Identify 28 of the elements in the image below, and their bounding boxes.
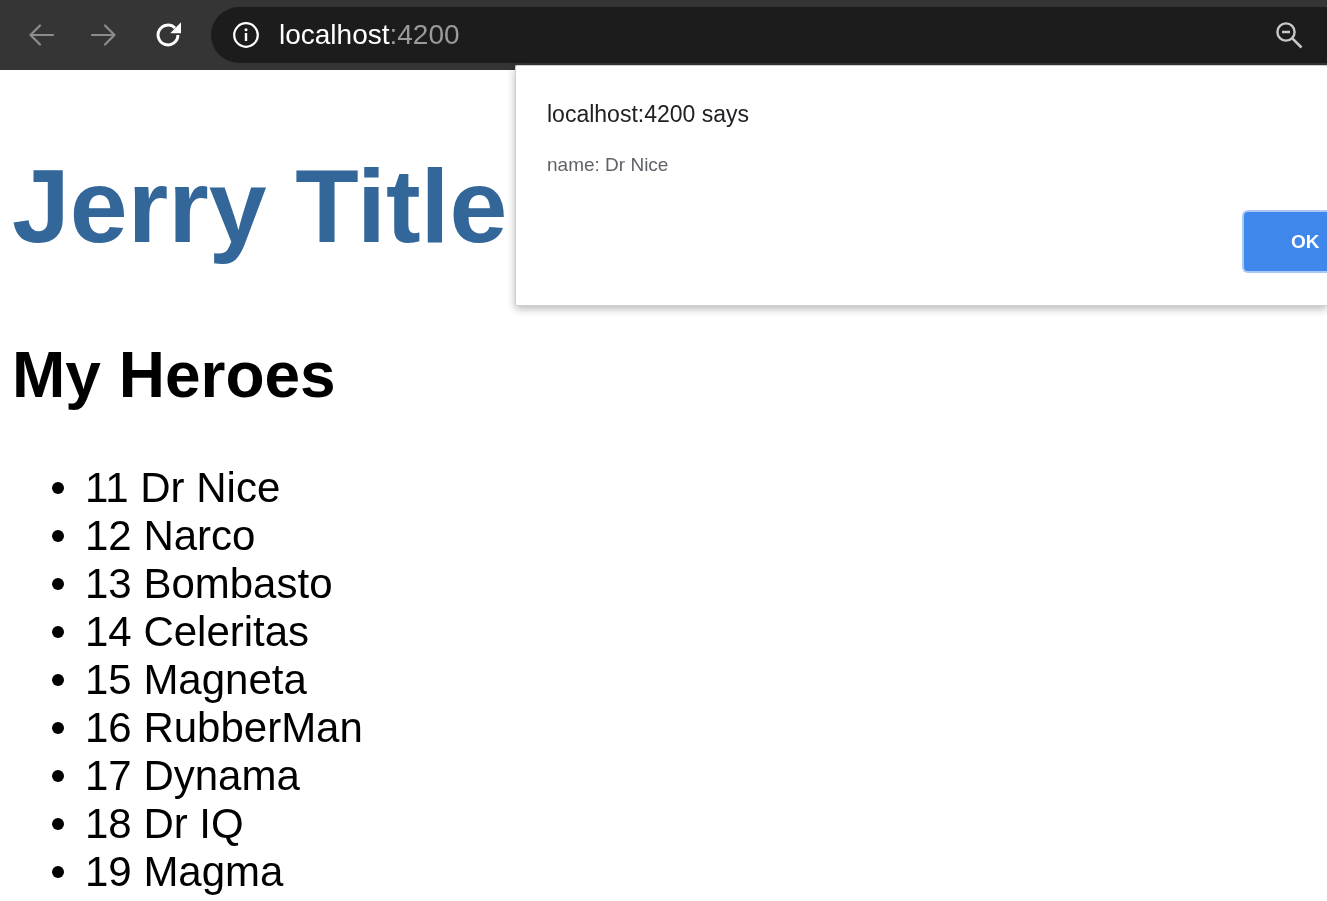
zoom-out-icon[interactable]: [1275, 21, 1303, 49]
hero-item: 18 Dr IQ: [85, 800, 244, 848]
bullet-icon: [52, 770, 64, 782]
section-heading: My Heroes: [12, 338, 336, 412]
address-bar[interactable]: localhost:4200: [211, 7, 1327, 63]
page-title: Jerry Title: [12, 147, 508, 266]
bullet-icon: [52, 818, 64, 830]
bullet-icon: [52, 722, 64, 734]
hero-item: 13 Bombasto: [85, 560, 333, 608]
hero-item: 16 RubberMan: [85, 704, 363, 752]
hero-item: 17 Dynama: [85, 752, 300, 800]
info-icon[interactable]: [233, 22, 259, 48]
bullet-icon: [52, 626, 64, 638]
bullet-icon: [52, 674, 64, 686]
hero-item: 12 Narco: [85, 512, 256, 560]
hero-item: 15 Magneta: [85, 656, 307, 704]
bullet-icon: [52, 578, 64, 590]
bullet-icon: [52, 482, 64, 494]
hero-item: 11 Dr Nice: [85, 464, 281, 512]
dialog-title: localhost:4200 says: [547, 100, 749, 128]
url-text: localhost:4200: [279, 19, 460, 51]
hero-item: 19 Magma: [85, 848, 284, 896]
hero-item: 14 Celeritas: [85, 608, 310, 656]
ok-button[interactable]: OK: [1242, 210, 1327, 273]
reload-icon[interactable]: [155, 22, 181, 48]
bullet-icon: [52, 866, 64, 878]
dialog-message: name: Dr Nice: [547, 153, 669, 177]
bullet-icon: [52, 530, 64, 542]
